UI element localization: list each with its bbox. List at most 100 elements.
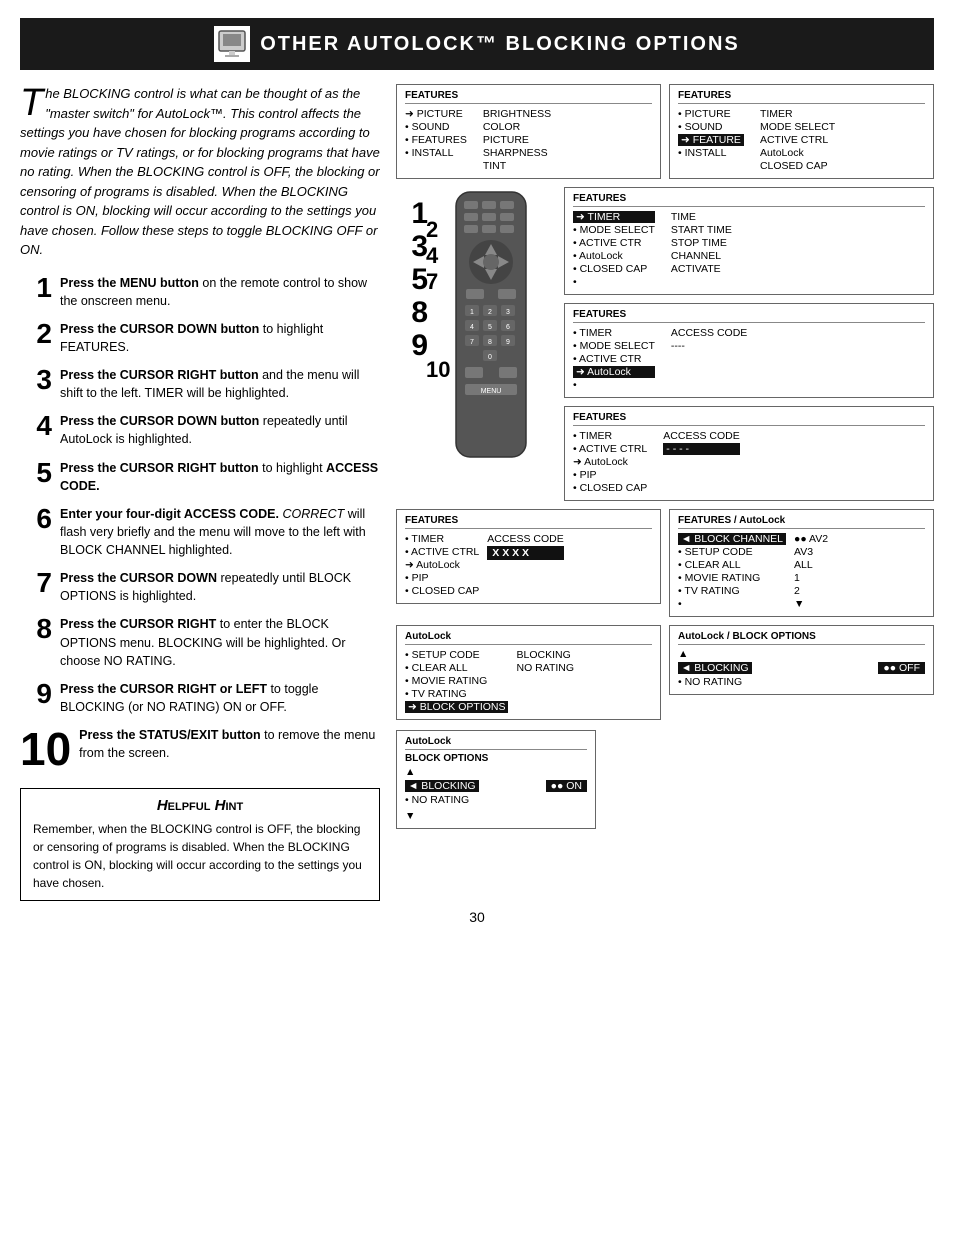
step-content-10: Press the STATUS/EXIT button to remove t… — [79, 726, 380, 762]
panel2-closed-cap: CLOSED CAP — [760, 160, 835, 172]
panel-fad-title: FEATURES — [573, 412, 925, 426]
panel-bc-movie: • MOVIE RATING — [678, 572, 786, 584]
panel-xx-pip: • PIP — [405, 572, 479, 584]
panel-xx-title: FEATURES — [405, 515, 652, 529]
panel-bc-1: 1 — [794, 572, 828, 584]
step-num-4: 4 — [20, 412, 52, 440]
intro-text: he BLOCKING control is what can be thoug… — [20, 86, 380, 257]
step-overlay-2: 247 — [426, 217, 438, 295]
step-4: 4 Press the CURSOR DOWN button repeatedl… — [20, 412, 380, 448]
panel2-active-ctrl: ACTIVE CTRL — [760, 134, 835, 146]
panel-bon-no-rating: • NO RATING — [405, 794, 587, 806]
drop-cap: T — [20, 84, 43, 122]
step-6: 6 Enter your four-digit ACCESS CODE. COR… — [20, 505, 380, 559]
panel1-brightness: BRIGHTNESS — [483, 108, 551, 120]
panel1-picture-r: PICTURE — [483, 134, 551, 146]
panel-abo-blocking: BLOCKING — [516, 649, 574, 661]
panel-fad-closed: • CLOSED CAP — [573, 482, 647, 494]
panel-ft-start: START TIME — [671, 224, 732, 236]
steps-list: 1 Press the MENU button on the remote co… — [20, 274, 380, 773]
panel1-features: • FEATURES — [405, 134, 467, 146]
step-num-5: 5 — [20, 459, 52, 487]
panel2-feature-hl: ➜ FEATURE — [678, 134, 744, 146]
svg-text:5: 5 — [488, 324, 492, 331]
step-8: 8 Press the CURSOR RIGHT to enter the BL… — [20, 615, 380, 669]
panel-features-access-dashes: FEATURES • TIMER • ACTIVE CTRL ➜ AutoLoc… — [564, 406, 934, 501]
panel-fad-access-dashes: - - - - — [663, 443, 739, 455]
panel1-picture: ➜ PICTURE — [405, 108, 467, 120]
left-column: T he BLOCKING control is what can be tho… — [20, 84, 380, 901]
panel-features-xxxx: FEATURES • TIMER • ACTIVE CTRL ➜ AutoLoc… — [396, 509, 661, 604]
panel-abo-setup: • SETUP CODE — [405, 649, 508, 661]
panel-features-picture: FEATURES ➜ PICTURE • SOUND • FEATURES • … — [396, 84, 661, 179]
step-2: 2 Press the CURSOR DOWN button to highli… — [20, 320, 380, 356]
panel-fad-timer: • TIMER — [573, 430, 647, 442]
panel1-sharpness: SHARPNESS — [483, 147, 551, 159]
panel-ft-dot: • — [573, 276, 655, 288]
step-content-2: Press the CURSOR DOWN button to highligh… — [60, 320, 380, 356]
panel-features-feature-hl: FEATURES • PICTURE • SOUND ➜ FEATURE • I… — [669, 84, 934, 179]
svg-text:1: 1 — [470, 309, 474, 316]
step-overlay-10: 10 — [426, 357, 450, 383]
page-header: Other AutoLock™ Blocking Options — [20, 18, 934, 70]
panel-abo-clear: • CLEAR ALL — [405, 662, 508, 674]
svg-text:7: 7 — [470, 339, 474, 346]
step-content-1: Press the MENU button on the remote cont… — [60, 274, 380, 310]
panel2-sound: • SOUND — [678, 121, 744, 133]
panel-boo-off-val: ●● OFF — [878, 662, 925, 674]
final-panel-row: AutoLock BLOCK OPTIONS ▲ ◄ BLOCKING ●● O… — [396, 730, 934, 829]
panel-bc-setup: • SETUP CODE — [678, 546, 786, 558]
panel-abo-title: AutoLock — [405, 631, 652, 645]
page-number: 30 — [20, 909, 934, 925]
right-column: FEATURES ➜ PICTURE • SOUND • FEATURES • … — [396, 84, 934, 901]
panel2-title: FEATURES — [678, 90, 925, 104]
block-options-panels: AutoLock • SETUP CODE • CLEAR ALL • MOVI… — [396, 625, 934, 720]
step-3: 3 Press the CURSOR RIGHT button and the … — [20, 366, 380, 402]
panel-ft-active: • ACTIVE CTR — [573, 237, 655, 249]
panel-boo-title: AutoLock / BLOCK OPTIONS — [678, 631, 925, 645]
panel-fa-mode: • MODE SELECT — [573, 340, 655, 352]
panel-ft-mode: • MODE SELECT — [573, 224, 655, 236]
remote-diagram: 247 10 — [436, 187, 556, 470]
panel2-timer: TIMER — [760, 108, 835, 120]
hint-title: Helpful Hint — [33, 797, 367, 814]
panel1-tint: TINT — [483, 160, 551, 172]
panel-ft-stop: STOP TIME — [671, 237, 732, 249]
panel-bon-up: ▲ — [405, 766, 587, 778]
panel-xx-active: • ACTIVE CTRL — [405, 546, 479, 558]
page: Other AutoLock™ Blocking Options T he BL… — [0, 0, 954, 1235]
panel-fa-timer: • TIMER — [573, 327, 655, 339]
panel-ft-timer-hl: ➜ TIMER — [573, 211, 655, 223]
svg-text:6: 6 — [506, 324, 510, 331]
step-7: 7 Press the CURSOR DOWN repeatedly until… — [20, 569, 380, 605]
page-title: Other AutoLock™ Blocking Options — [260, 33, 740, 56]
panel-bc-2: 2 — [794, 585, 828, 597]
panel-abo-tv: • TV RATING — [405, 688, 508, 700]
panel-bc-all: ALL — [794, 559, 828, 571]
bottom-panels-area: FEATURES • TIMER • ACTIVE CTRL ➜ AutoLoc… — [396, 509, 934, 617]
panel-block-opts-off: AutoLock / BLOCK OPTIONS ▲ ◄ BLOCKING ●●… — [669, 625, 934, 695]
panel-xx-val: X X X X — [487, 546, 563, 560]
step-num-3: 3 — [20, 366, 52, 394]
panel-abo-movie: • MOVIE RATING — [405, 675, 508, 687]
panel-bc-tv: • TV RATING — [678, 585, 786, 597]
panel1-install: • INSTALL — [405, 147, 467, 159]
svg-text:0: 0 — [488, 354, 492, 361]
step-content-4: Press the CURSOR DOWN button repeatedly … — [60, 412, 380, 448]
step-content-3: Press the CURSOR RIGHT button and the me… — [60, 366, 380, 402]
step-content-6: Enter your four-digit ACCESS CODE. CORRE… — [60, 505, 380, 559]
panel-fa-autolock-hl: ➜ AutoLock — [573, 366, 655, 378]
panel-boo-no-rating: • NO RATING — [678, 676, 925, 688]
step-content-7: Press the CURSOR DOWN repeatedly until B… — [60, 569, 380, 605]
panel-ft-activate: ACTIVATE — [671, 263, 732, 275]
step-content-5: Press the CURSOR RIGHT button to highlig… — [60, 459, 380, 495]
panel-xx-closed: • CLOSED CAP — [405, 585, 479, 597]
panel-features-timer: FEATURES ➜ TIMER • MODE SELECT • ACTIVE … — [564, 187, 934, 295]
svg-text:3: 3 — [506, 309, 510, 316]
panel-fa-access-val: ---- — [671, 340, 747, 352]
panel-ft-title: FEATURES — [573, 193, 925, 207]
hint-title-text: Helpful Hint — [157, 797, 243, 814]
panel-abo-block-opts-hl: ➜ BLOCK OPTIONS — [405, 701, 508, 713]
step-num-2: 2 — [20, 320, 52, 348]
panel-xx-autolock: ➜ AutoLock — [405, 559, 479, 571]
